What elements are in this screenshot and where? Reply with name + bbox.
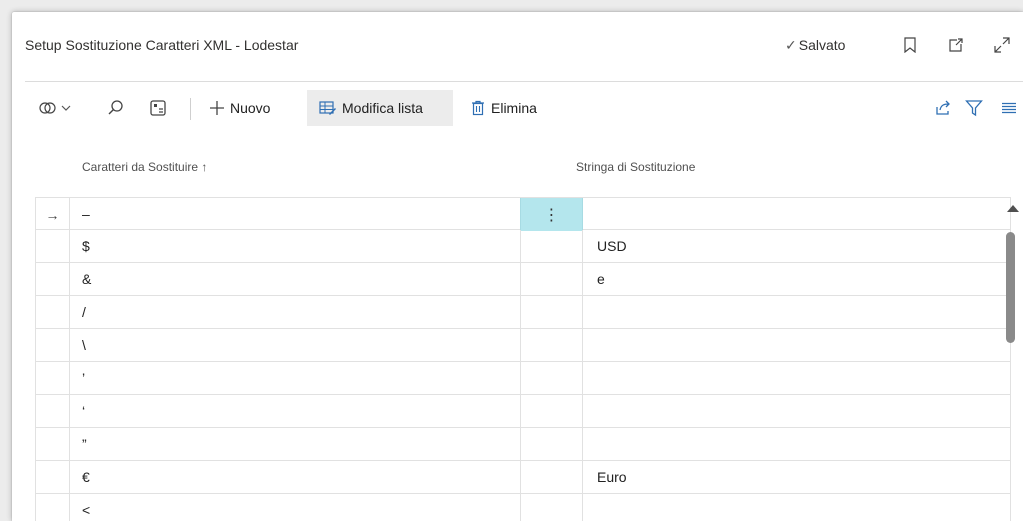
vertical-scrollbar[interactable] (1002, 197, 1023, 521)
replacement-cell[interactable]: USD (583, 230, 1011, 263)
table-row[interactable]: → – ⋮ (35, 197, 1011, 231)
table-row[interactable]: & e (35, 263, 1011, 296)
row-indicator (35, 263, 70, 296)
row-indicator (35, 461, 70, 494)
new-button-label: Nuovo (230, 100, 271, 116)
saved-status-label: Salvato (798, 37, 846, 53)
column-header-characters[interactable]: Caratteri da Sostituire ↑ (82, 160, 207, 174)
characters-cell[interactable]: ’ (70, 362, 520, 395)
row-menu-cell[interactable] (520, 329, 583, 362)
characters-cell[interactable]: < (70, 494, 520, 521)
table-row[interactable]: ’ (35, 362, 1011, 395)
action-toolbar: Nuovo Modifica lista Elimina (12, 90, 1023, 126)
characters-cell[interactable]: ‘ (70, 395, 520, 428)
saved-status: ✓ Salvato (785, 37, 845, 54)
title-divider (25, 81, 1023, 82)
checkmark-icon: ✓ (785, 37, 797, 53)
title-bar: Setup Sostituzione Caratteri XML - Lodes… (12, 12, 1023, 78)
trash-icon (472, 100, 484, 116)
replacement-cell[interactable] (583, 362, 1011, 395)
characters-cell[interactable]: & (70, 263, 520, 296)
list-icon (1002, 102, 1016, 114)
characters-cell[interactable]: / (70, 296, 520, 329)
replacement-cell[interactable] (583, 198, 1011, 231)
open-new-window-icon[interactable] (947, 36, 965, 54)
row-menu-cell[interactable] (520, 428, 583, 461)
table-row[interactable]: € Euro (35, 461, 1011, 494)
row-indicator (35, 362, 70, 395)
row-menu-button[interactable]: ⋮ (520, 198, 583, 231)
row-indicator (35, 329, 70, 362)
more-options-icon: ⋮ (543, 206, 560, 224)
replacement-cell[interactable] (583, 329, 1011, 362)
chevron-down-icon (61, 105, 71, 111)
table-row[interactable]: ” (35, 428, 1011, 461)
share-button[interactable] (934, 90, 952, 126)
delete-button[interactable]: Elimina (471, 90, 537, 126)
row-indicator (35, 494, 70, 521)
column-header-replacement[interactable]: Stringa di Sostituzione (576, 160, 695, 174)
row-menu-cell[interactable] (520, 461, 583, 494)
scroll-up-arrow-icon[interactable] (1007, 205, 1019, 212)
row-menu-cell[interactable] (520, 263, 583, 296)
replacement-cell[interactable] (583, 395, 1011, 428)
row-menu-cell[interactable] (520, 395, 583, 428)
row-indicator (35, 230, 70, 263)
table-row[interactable]: $ USD (35, 230, 1011, 263)
delete-button-label: Elimina (491, 100, 537, 116)
bookmark-icon[interactable] (901, 36, 919, 54)
row-indicator (35, 395, 70, 428)
row-indicator (35, 428, 70, 461)
table-row[interactable]: < (35, 494, 1011, 521)
views-dropdown-button[interactable] (38, 90, 72, 126)
layout-icon (150, 100, 166, 116)
share-icon (936, 100, 950, 115)
edit-list-icon (319, 101, 336, 115)
table-row[interactable]: \ (35, 329, 1011, 362)
replacement-cell[interactable] (583, 494, 1011, 521)
filter-icon (965, 100, 983, 117)
list-view-button[interactable] (1001, 90, 1017, 126)
characters-cell[interactable]: \ (70, 329, 520, 362)
edit-list-button[interactable]: Modifica lista (307, 90, 453, 126)
edit-list-label: Modifica lista (342, 100, 423, 116)
replacement-cell[interactable] (583, 428, 1011, 461)
page-window: Setup Sostituzione Caratteri XML - Lodes… (12, 12, 1023, 521)
new-button[interactable]: Nuovo (209, 90, 270, 126)
row-menu-cell[interactable] (520, 494, 583, 521)
views-icon (39, 102, 56, 114)
row-menu-cell[interactable] (520, 362, 583, 395)
toolbar-separator (190, 98, 191, 120)
replacement-cell[interactable] (583, 296, 1011, 329)
replacement-cell[interactable]: e (583, 263, 1011, 296)
layout-button[interactable] (149, 90, 167, 126)
table-row[interactable]: ‘ (35, 395, 1011, 428)
characters-cell[interactable]: € (70, 461, 520, 494)
search-button[interactable] (107, 90, 125, 126)
filter-button[interactable] (965, 90, 983, 126)
characters-cell[interactable]: $ (70, 230, 520, 263)
characters-cell[interactable]: ” (70, 428, 520, 461)
search-icon (108, 100, 123, 115)
characters-cell[interactable]: – (70, 198, 520, 231)
expand-icon[interactable] (993, 36, 1011, 54)
table-row[interactable]: / (35, 296, 1011, 329)
row-menu-cell[interactable] (520, 230, 583, 263)
row-indicator-arrow: → (35, 198, 70, 231)
plus-icon (210, 101, 224, 115)
page-title: Setup Sostituzione Caratteri XML - Lodes… (25, 37, 299, 53)
replacement-cell[interactable]: Euro (583, 461, 1011, 494)
scrollbar-thumb[interactable] (1006, 232, 1015, 343)
row-indicator (35, 296, 70, 329)
row-menu-cell[interactable] (520, 296, 583, 329)
